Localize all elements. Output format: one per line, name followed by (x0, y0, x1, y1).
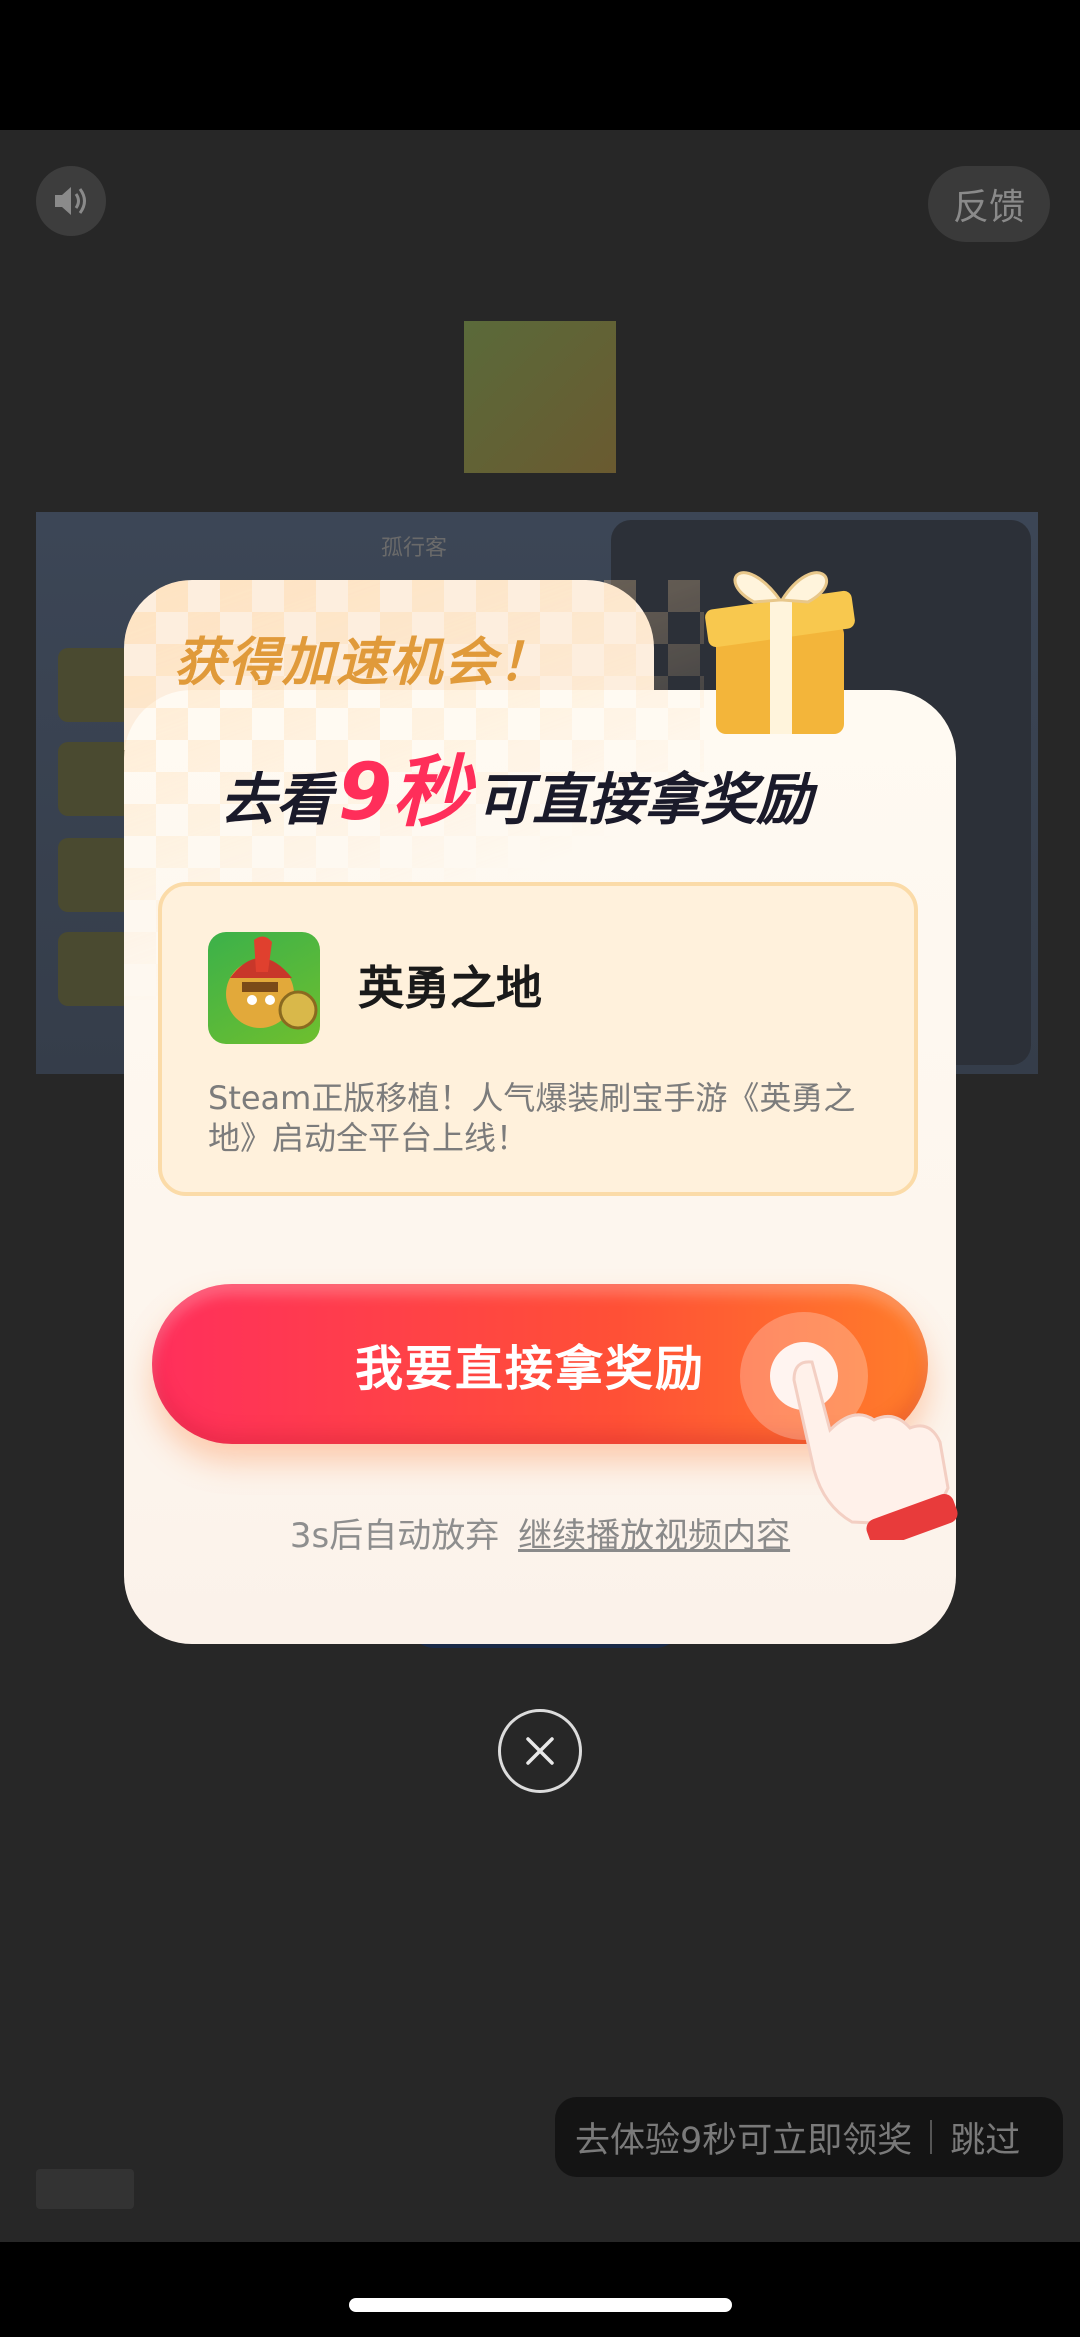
reward-modal: 获得加速机会！ 去看 9秒 可直接拿奖励 英勇之地 Steam正版移植！人气爆装… (124, 571, 958, 1644)
continue-video-link[interactable]: 继续播放视频内容 (518, 1516, 790, 1556)
subtitle-suffix: 可直接拿奖励 (476, 768, 813, 833)
modal-subtitle: 去看 9秒 可直接拿奖励 (220, 730, 920, 840)
bottom-bar (0, 2242, 1080, 2337)
background-slot (58, 648, 132, 722)
background-slot (58, 932, 132, 1006)
modal-head-title: 获得加速机会！ (174, 633, 553, 693)
status-bar (0, 0, 1080, 130)
app-name: 英勇之地 (358, 961, 542, 1015)
feedback-button[interactable]: 反馈 (928, 166, 1050, 242)
sound-button[interactable] (36, 166, 106, 236)
app-description: Steam正版移植！人气爆装刷宝手游《英勇之地》启动全平台上线！ (208, 1079, 856, 1157)
subtitle-prefix: 去看 (220, 768, 332, 833)
skip-tip-text: 去体验9秒可立即领奖 (575, 2120, 913, 2161)
speaker-icon (55, 187, 86, 215)
close-icon (526, 1737, 554, 1765)
background-game-avatar (464, 321, 616, 473)
skip-separator (930, 2120, 933, 2154)
background-slot (58, 742, 132, 816)
ad-mark (36, 2169, 134, 2209)
hand-pointer-icon (740, 1312, 958, 1540)
subtitle-highlight: 9秒 (338, 730, 470, 842)
gift-icon (705, 571, 855, 734)
home-indicator[interactable] (349, 2298, 732, 2312)
app-info-card[interactable]: 英勇之地 Steam正版移植！人气爆装刷宝手游《英勇之地》启动全平台上线！ (158, 882, 918, 1196)
app-icon (208, 932, 320, 1044)
close-button[interactable] (498, 1709, 582, 1793)
background-slot (58, 838, 132, 912)
skip-button[interactable]: 跳过 (950, 2112, 1020, 2163)
auto-dismiss-row: 3s后自动放弃 继续播放视频内容 (124, 1508, 956, 1557)
claim-reward-label: 我要直接拿奖励 (354, 1341, 705, 1397)
skip-bar: 去体验9秒可立即领奖 跳过 (555, 2097, 1063, 2177)
background-game-title: 孤行客 (381, 536, 448, 561)
auto-dismiss-text: 3s后自动放弃 (289, 1516, 500, 1556)
